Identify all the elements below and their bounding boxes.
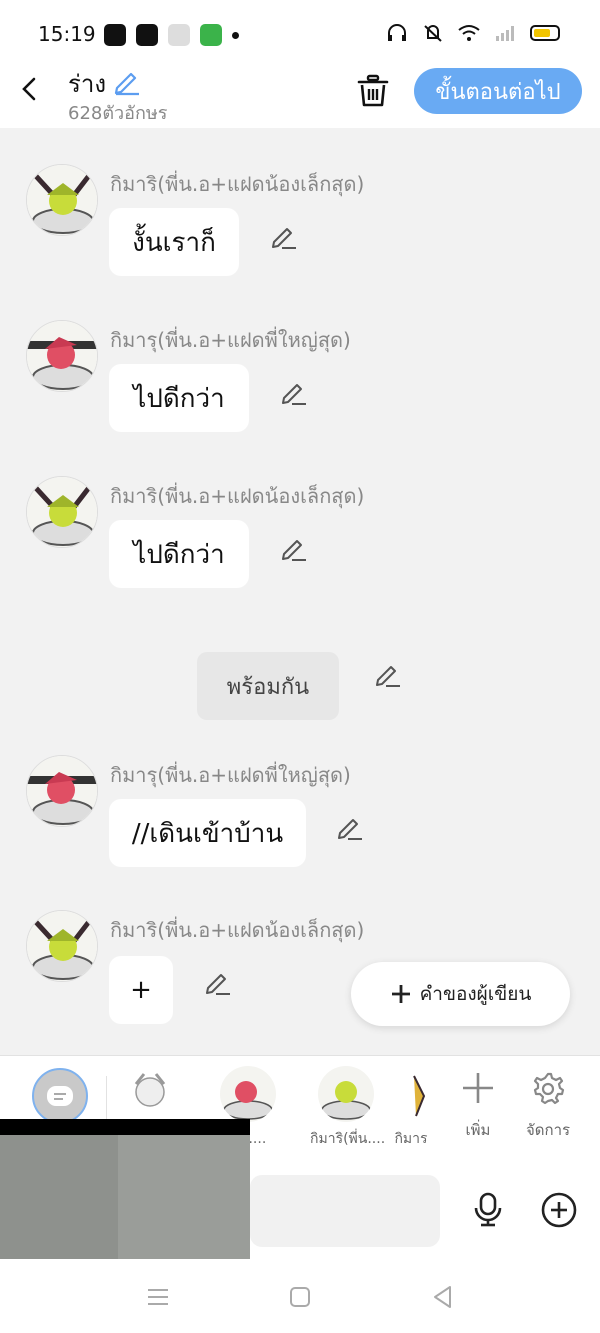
plus-icon (463, 1073, 493, 1103)
edit-message-icon[interactable] (270, 222, 298, 250)
character-option[interactable]: กิมาริ(พี่น.... (310, 1066, 386, 1150)
edit-narration-icon[interactable] (374, 660, 402, 688)
sender-name: กิมาริ(พี่น.อ+แฝดน้องเล็กสุด) (110, 172, 365, 196)
red-character-icon (27, 321, 97, 391)
picture-in-picture-video[interactable] (0, 1119, 250, 1259)
gear-icon (533, 1072, 565, 1105)
avatar[interactable] (26, 476, 98, 548)
status-bar: 15:19 (0, 0, 600, 60)
game-controller-icon (168, 24, 190, 46)
sender-name: กิมาริ(พี่น.อ+แฝดน้องเล็กสุด) (110, 918, 365, 942)
top-app-bar: ร่าง 628ตัวอักษร ขั้นตอนต่อไป (0, 60, 600, 128)
avatar (122, 1066, 178, 1122)
message-bubble[interactable]: งั้นเราก็ (109, 208, 239, 276)
character-option[interactable]: กิมาร (390, 1066, 432, 1150)
chat-bubble-icon (47, 1086, 73, 1106)
back-nav-icon[interactable] (430, 1284, 456, 1310)
divider (106, 1076, 107, 1124)
message-bubble[interactable]: ไปดีกว่า (109, 520, 249, 588)
red-character-icon (220, 1066, 276, 1122)
avatar[interactable] (26, 164, 98, 236)
message-bubble[interactable]: + (109, 956, 173, 1024)
manage-characters-button[interactable]: จัดการ (520, 1070, 576, 1142)
status-system-icons (386, 24, 560, 42)
app-notification-icon (136, 24, 158, 46)
youtube-icon (104, 24, 126, 46)
narrator-button[interactable] (32, 1068, 88, 1124)
sender-name: กิมารุ(พี่น.อ+แฝดพี่ใหญ่สุด) (110, 763, 351, 787)
back-button[interactable] (12, 72, 46, 106)
sim-app-icon (200, 24, 222, 46)
microphone-icon[interactable] (470, 1191, 506, 1227)
avatar (220, 1066, 276, 1122)
system-nav-bar (0, 1260, 600, 1333)
character-count: 628ตัวอักษร (68, 103, 168, 124)
add-circle-icon[interactable] (540, 1191, 578, 1229)
character-name: กิมาร (394, 1131, 428, 1147)
signal-icon (496, 26, 514, 41)
green-character-icon (27, 477, 97, 547)
sender-name: กิมาริ(พี่น.อ+แฝดน้องเล็กสุด) (110, 484, 365, 508)
avatar[interactable] (26, 320, 98, 392)
narration-bubble[interactable]: พร้อมกัน (197, 652, 339, 720)
manage-label: จัดการ (525, 1121, 571, 1139)
video-frame-left (0, 1135, 118, 1259)
avatar[interactable] (26, 755, 98, 827)
edit-title-icon[interactable] (112, 66, 142, 96)
menu-icon[interactable] (145, 1284, 171, 1310)
edit-message-icon[interactable] (336, 813, 364, 841)
avatar (396, 1066, 426, 1122)
avatar (318, 1066, 374, 1122)
wifi-icon (458, 25, 480, 41)
battery-icon (530, 25, 560, 41)
sender-name: กิมารุ(พี่น.อ+แฝดพี่ใหญ่สุด) (110, 328, 351, 352)
author-note-button[interactable]: คำของผู้เขียน (351, 962, 570, 1026)
edit-message-icon[interactable] (204, 968, 232, 996)
green-character-icon (27, 165, 97, 235)
add-character-button[interactable]: เพิ่ม (450, 1070, 506, 1142)
next-step-button[interactable]: ขั้นตอนต่อไป (414, 68, 582, 114)
green-character-icon (27, 911, 97, 981)
red-character-icon (27, 756, 97, 826)
avatar[interactable] (26, 910, 98, 982)
white-character-icon (122, 1066, 178, 1122)
home-icon[interactable] (287, 1284, 313, 1310)
message-bubble[interactable]: //เดินเข้าบ้าน (109, 799, 306, 867)
plus-icon (391, 985, 410, 1003)
status-notification-icons (104, 24, 239, 46)
green-character-icon (318, 1066, 374, 1122)
status-time: 15:19 (38, 22, 96, 46)
headphones-icon (388, 24, 406, 41)
mute-icon (424, 25, 442, 42)
message-input[interactable] (250, 1175, 440, 1247)
more-dot-icon (232, 31, 239, 39)
edit-message-icon[interactable] (280, 534, 308, 562)
chevron-left-icon (22, 77, 36, 101)
delete-button[interactable] (354, 72, 392, 110)
author-note-label: คำของผู้เขียน (419, 983, 532, 1005)
add-label: เพิ่ม (465, 1121, 491, 1139)
message-bubble[interactable]: ไปดีกว่า (109, 364, 249, 432)
edit-message-icon[interactable] (280, 378, 308, 406)
yellow-character-icon (396, 1066, 426, 1122)
character-name: กิมาริ(พี่น.... (310, 1131, 386, 1147)
